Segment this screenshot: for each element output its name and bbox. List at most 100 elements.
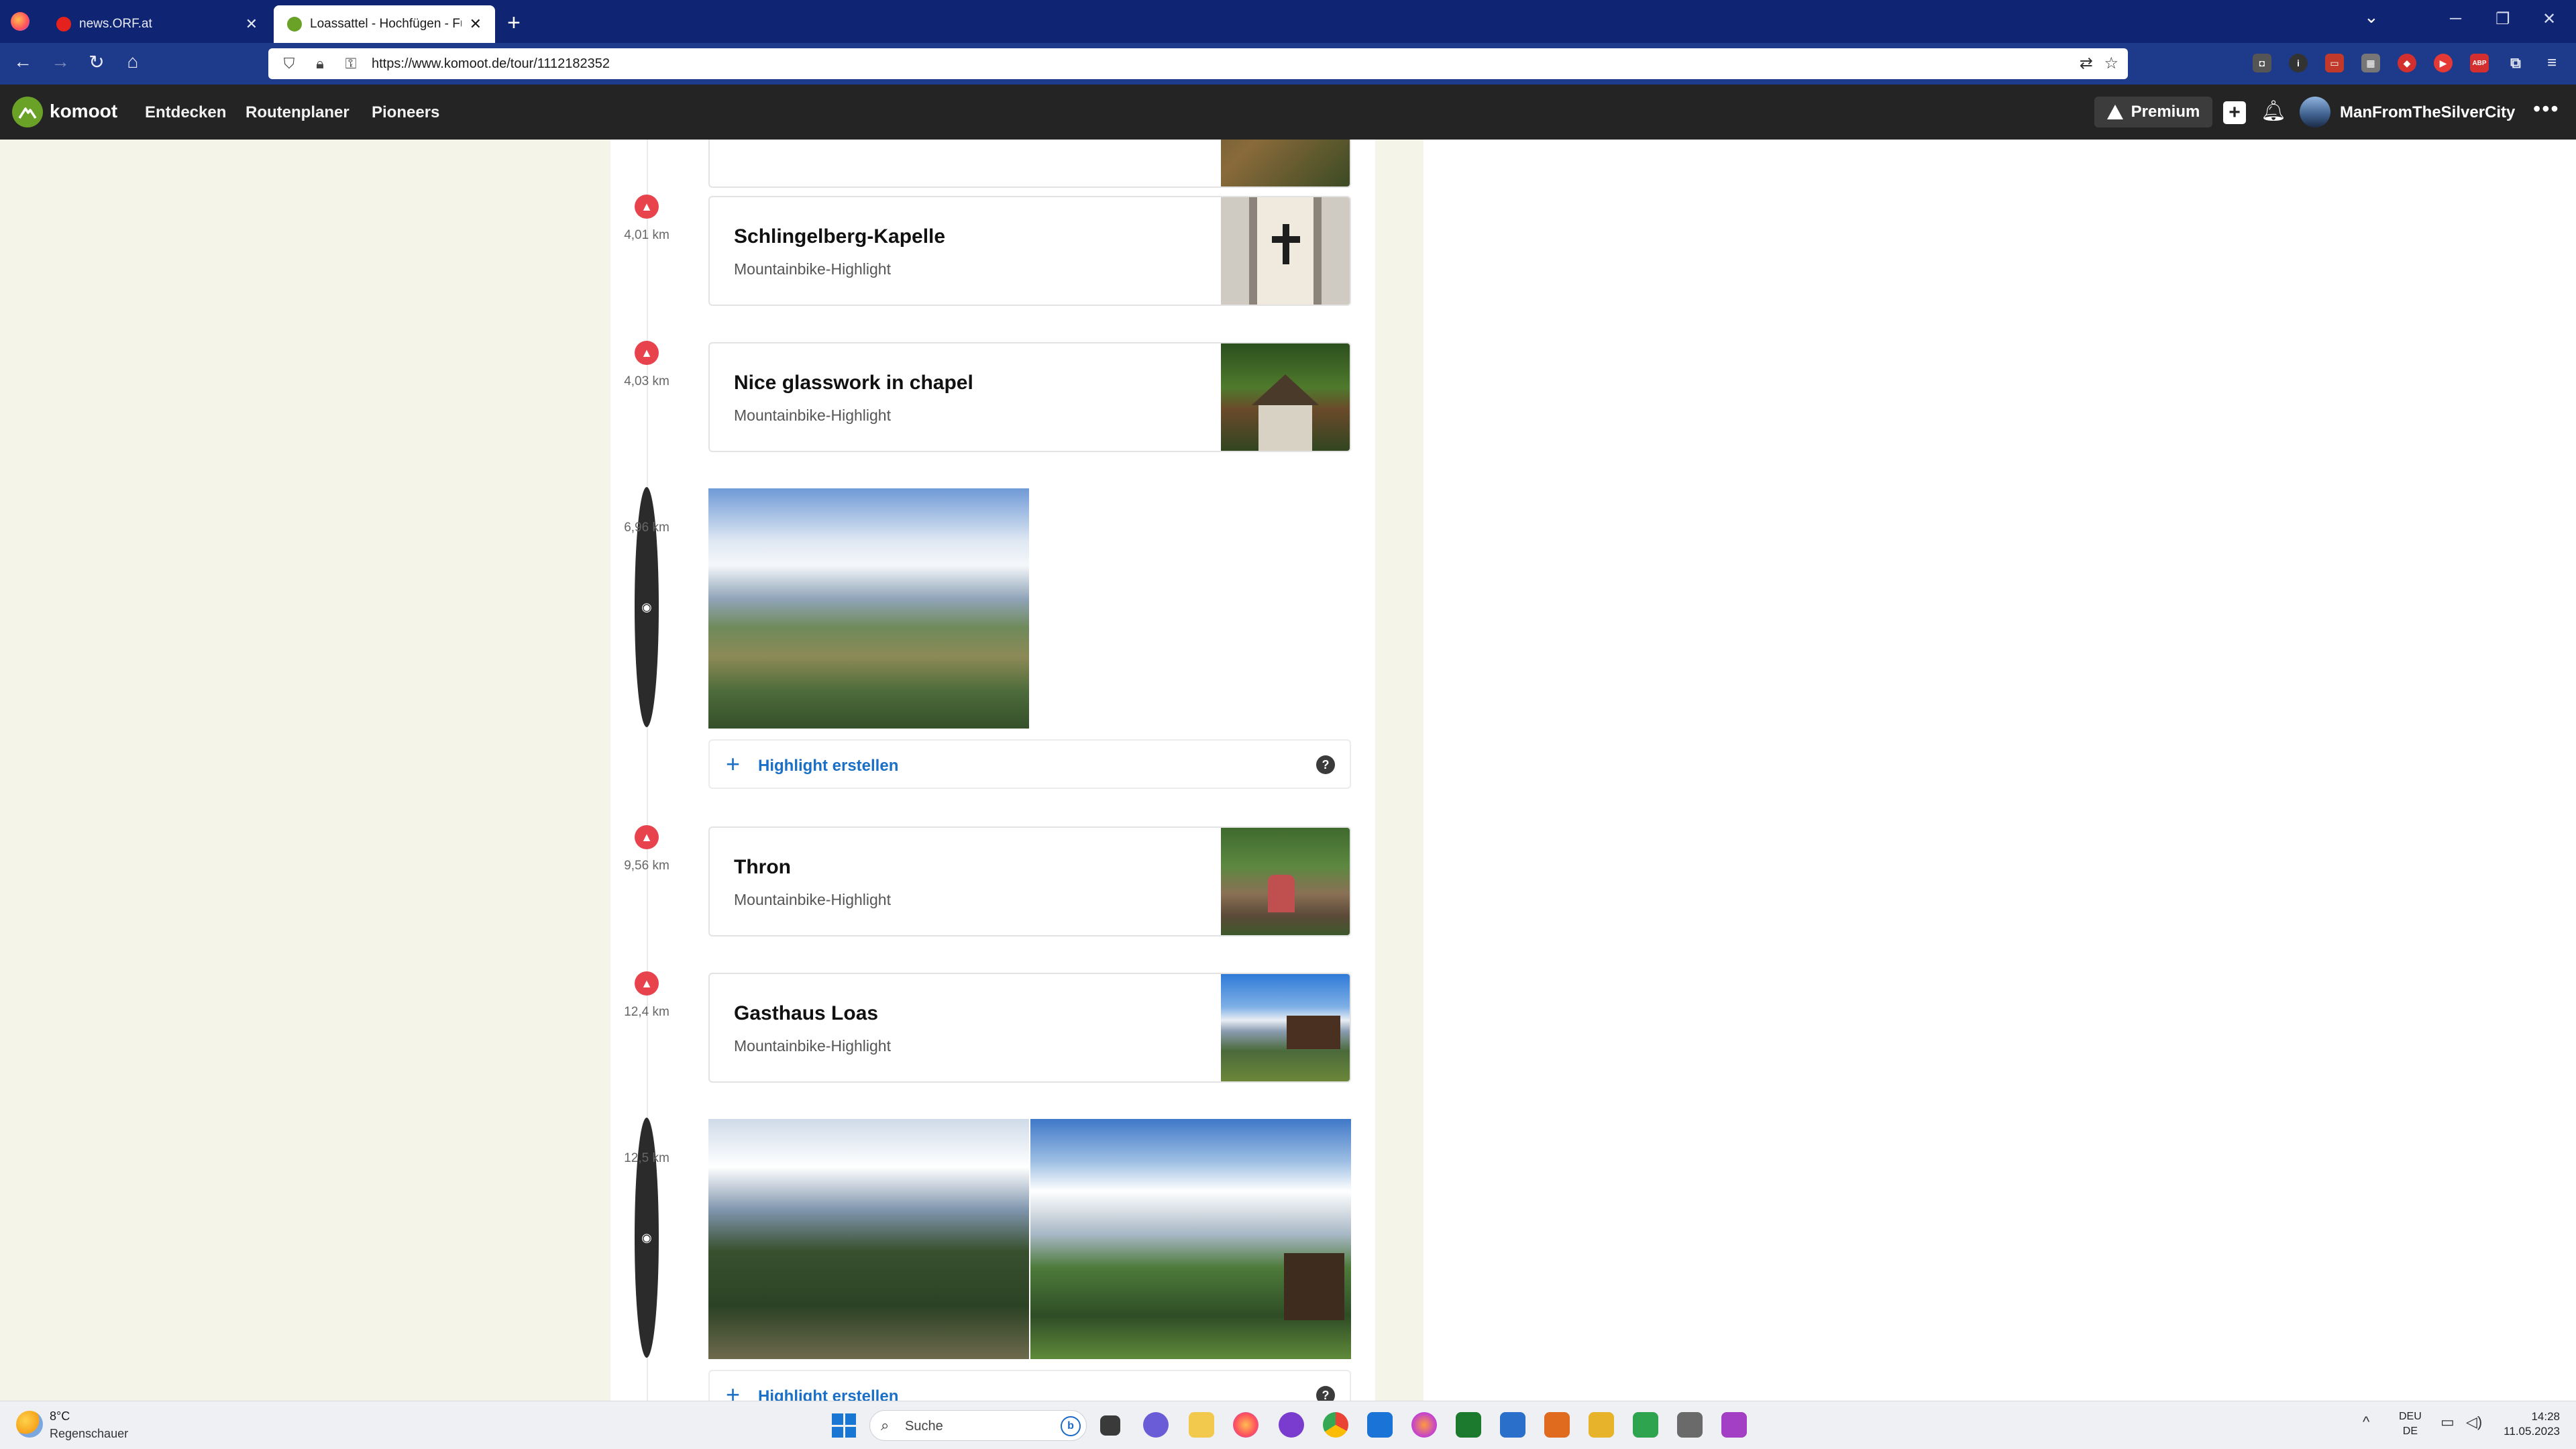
- back-icon[interactable]: ←: [9, 51, 36, 72]
- calc-icon[interactable]: [1633, 1412, 1658, 1438]
- volume-icon[interactable]: ◁): [2466, 1413, 2482, 1431]
- create-plus-button[interactable]: +: [2223, 101, 2246, 124]
- house-shape: [1284, 1253, 1344, 1320]
- highlight-image[interactable]: [1221, 828, 1350, 935]
- extension-shield-icon[interactable]: ◆: [2398, 54, 2416, 72]
- avatar[interactable]: [2300, 97, 2330, 127]
- restore-button[interactable]: ❐: [2496, 9, 2510, 29]
- shield-icon[interactable]: ⛉: [279, 55, 299, 72]
- notes-icon[interactable]: [1589, 1412, 1614, 1438]
- reload-icon[interactable]: ↻: [83, 51, 110, 73]
- math-icon[interactable]: [1721, 1412, 1747, 1438]
- username[interactable]: ManFromTheSilverCity: [2340, 103, 2515, 122]
- highlight-image[interactable]: [1221, 197, 1350, 305]
- komoot-logo-icon[interactable]: [12, 97, 43, 127]
- new-tab-button[interactable]: +: [507, 9, 521, 36]
- plus-icon[interactable]: +: [726, 1381, 740, 1401]
- help-icon[interactable]: ?: [1316, 755, 1335, 774]
- writer-icon[interactable]: [1500, 1412, 1525, 1438]
- weather-description[interactable]: Regenschauer: [50, 1427, 128, 1441]
- distance-label: 12,5 km: [624, 1151, 669, 1165]
- highlight-image[interactable]: [1221, 343, 1350, 451]
- info-icon[interactable]: i: [2289, 54, 2308, 72]
- home-icon[interactable]: ⌂: [119, 51, 146, 72]
- highlight-title[interactable]: Gasthaus Loas: [734, 1002, 878, 1025]
- hamburger-menu-icon[interactable]: ≡: [2542, 54, 2561, 72]
- firefox-taskbar-icon[interactable]: [1233, 1412, 1258, 1438]
- create-highlight-link[interactable]: Highlight erstellen: [758, 1387, 898, 1401]
- weather-temperature[interactable]: 8°C: [50, 1409, 70, 1424]
- highlight-title[interactable]: Thron: [734, 856, 791, 879]
- app-purple-icon[interactable]: [1279, 1412, 1304, 1438]
- extension-grid-icon[interactable]: ▦: [2361, 54, 2380, 72]
- close-window-button[interactable]: ✕: [2542, 9, 2556, 29]
- highlight-card[interactable]: Thron Mountainbike-Highlight: [708, 826, 1351, 936]
- extensions-puzzle-icon[interactable]: ⧉: [2506, 54, 2525, 72]
- nav-routenplaner[interactable]: Routenplaner: [246, 103, 350, 122]
- help-icon[interactable]: ?: [1316, 1386, 1335, 1401]
- clock[interactable]: 14:28 11.05.2023: [2493, 1409, 2560, 1439]
- adblock-icon[interactable]: ABP: [2470, 54, 2489, 72]
- impress-icon[interactable]: [1544, 1412, 1570, 1438]
- plus-icon[interactable]: +: [726, 750, 740, 778]
- distance-label: 4,03 km: [624, 374, 669, 388]
- start-button[interactable]: [832, 1413, 856, 1438]
- create-highlight-row[interactable]: + Highlight erstellen ?: [708, 1370, 1351, 1401]
- more-menu-icon[interactable]: •••: [2533, 97, 2560, 121]
- premium-button[interactable]: Premium: [2094, 97, 2212, 127]
- bing-icon[interactable]: b: [1061, 1416, 1081, 1436]
- tour-photo[interactable]: [708, 488, 1029, 729]
- network-icon[interactable]: ▭: [2440, 1413, 2455, 1431]
- tab-news-orf[interactable]: news.ORF.at ✕: [43, 5, 271, 43]
- url-text[interactable]: https://www.komoot.de/tour/1112182352: [372, 56, 610, 72]
- tray-chevron-icon[interactable]: ^: [2363, 1413, 2369, 1431]
- nav-entdecken[interactable]: Entdecken: [145, 103, 226, 122]
- file-explorer-icon[interactable]: [1189, 1412, 1214, 1438]
- create-highlight-row[interactable]: + Highlight erstellen ?: [708, 739, 1351, 789]
- search-label[interactable]: Suche: [905, 1419, 943, 1434]
- highlight-image[interactable]: [1221, 974, 1350, 1081]
- lock-icon[interactable]: 🔒︎: [310, 55, 330, 72]
- tab-close-icon[interactable]: ✕: [470, 15, 482, 33]
- taskbar-search[interactable]: ⌕ Suche b: [869, 1410, 1087, 1441]
- komoot-header: komoot Entdecken Routenplaner Pioneers P…: [0, 85, 2576, 140]
- tab-title: Loassattel - Hochfügen - Fügen: [310, 17, 462, 31]
- list-all-tabs-icon[interactable]: ⌄: [2364, 7, 2379, 28]
- forward-icon[interactable]: →: [47, 51, 74, 72]
- nav-pioneers[interactable]: Pioneers: [372, 103, 439, 122]
- highlight-title[interactable]: Nice glasswork in chapel: [734, 372, 973, 394]
- firefox-dev-icon[interactable]: [1411, 1412, 1437, 1438]
- notification-bell-icon[interactable]: 🔔︎: [2261, 99, 2286, 123]
- highlight-subtitle: Mountainbike-Highlight: [734, 891, 891, 908]
- translate-icon[interactable]: ⇄: [2080, 54, 2093, 73]
- tab-close-icon[interactable]: ✕: [246, 15, 258, 33]
- minimize-button[interactable]: ─: [2450, 9, 2461, 28]
- tab-komoot[interactable]: Loassattel - Hochfügen - Fügen ✕: [274, 5, 495, 43]
- youtube-icon[interactable]: ▶: [2434, 54, 2453, 72]
- highlight-marker-icon: ▲: [635, 195, 659, 219]
- firefox-menu-icon[interactable]: [11, 12, 30, 31]
- extension-red-icon[interactable]: ▭: [2325, 54, 2344, 72]
- pocket-icon[interactable]: ◘: [2253, 54, 2271, 72]
- terminal-icon[interactable]: [1456, 1412, 1481, 1438]
- address-bar[interactable]: ⛉ 🔒︎ ⚿ https://www.komoot.de/tour/111218…: [268, 48, 2128, 79]
- highlight-card[interactable]: Gasthaus Loas Mountainbike-Highlight: [708, 973, 1351, 1083]
- tour-photo[interactable]: [708, 1119, 1029, 1359]
- chrome-icon[interactable]: [1323, 1412, 1348, 1438]
- draw-icon[interactable]: [1677, 1412, 1703, 1438]
- highlight-card[interactable]: Schlingelberg-Kapelle Mountainbike-Highl…: [708, 196, 1351, 306]
- komoot-brand[interactable]: komoot: [50, 101, 117, 122]
- teams-chat-icon[interactable]: [1143, 1412, 1169, 1438]
- keyboard-layout: DE: [2402, 1426, 2418, 1437]
- highlight-card[interactable]: Nice glasswork in chapel Mountainbike-Hi…: [708, 342, 1351, 452]
- mail-icon[interactable]: [1367, 1412, 1393, 1438]
- bookmark-star-icon[interactable]: ☆: [2104, 54, 2118, 73]
- weather-icon[interactable]: [16, 1411, 43, 1438]
- highlight-card-partial[interactable]: [708, 140, 1351, 188]
- create-highlight-link[interactable]: Highlight erstellen: [758, 757, 898, 775]
- key-icon[interactable]: ⚿: [341, 55, 361, 72]
- highlight-title[interactable]: Schlingelberg-Kapelle: [734, 225, 945, 248]
- task-view-icon[interactable]: [1100, 1415, 1120, 1436]
- tour-photo[interactable]: [1030, 1119, 1351, 1359]
- language-indicator[interactable]: DEU DE: [2399, 1409, 2422, 1439]
